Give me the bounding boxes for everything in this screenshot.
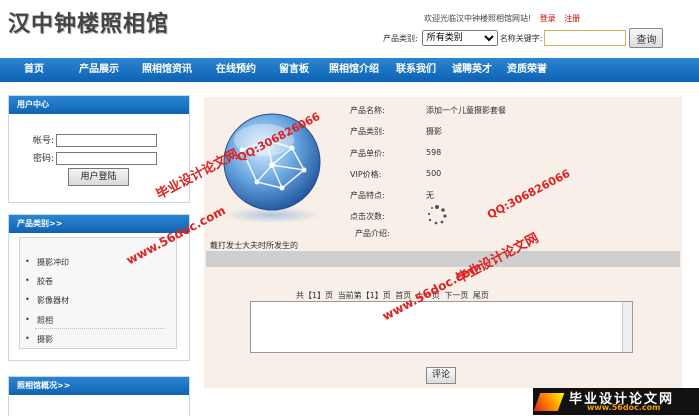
nav-honors[interactable]: 资质荣誉 — [500, 58, 554, 82]
category-item-film[interactable]: 胶卷 — [25, 276, 53, 287]
category-item-photo[interactable]: 照相 — [25, 315, 53, 326]
comment-header-bar — [206, 251, 680, 267]
click-count-label: 点击次数: — [350, 212, 385, 221]
search-button[interactable]: 查询 — [629, 28, 664, 48]
password-label: 密码: — [33, 154, 55, 164]
password-input[interactable] — [56, 152, 158, 165]
product-description: 戴打发士大夫时所发生的 — [210, 241, 298, 250]
site-logo-title: 汉中钟楼照相馆 — [8, 11, 170, 37]
search-bar: 产品类别: 所有类别 名称关键字: 查询 — [383, 28, 664, 48]
category-separator — [35, 328, 165, 329]
welcome-text: 欢迎光临汉中钟楼照相馆网站! — [424, 14, 532, 23]
keyword-label: 名称关键字: — [499, 33, 543, 43]
product-name-value: 添加一个儿童摄影套餐 — [426, 106, 506, 115]
watermark-strip-url: www.56doc.com — [587, 403, 661, 412]
nav-news[interactable]: 照相馆资讯 — [130, 58, 204, 82]
product-price-label: 产品单价: — [350, 149, 385, 158]
nav-products[interactable]: 产品展示 — [68, 58, 130, 82]
comment-pager: 共【1】页 当前第【1】页 首页 上一页 下一页 尾页 — [296, 291, 489, 300]
password-row: 密码: — [33, 151, 158, 165]
welcome-bar: 欢迎光临汉中钟楼照相馆网站! 登录 注册 — [424, 13, 580, 24]
brand-logo-icon — [533, 393, 565, 411]
category-title: 产品类别>> — [9, 215, 189, 233]
category-item-imaging-equipment[interactable]: 影像器材 — [25, 295, 69, 306]
watermark-strip: 毕业设计论文网 www.56doc.com — [533, 388, 699, 415]
product-feature-label: 产品特点: — [350, 191, 385, 200]
main-nav: 首页 产品展示 照相馆资讯 在线预约 留言板 照相馆介绍 联系我们 诚聘英才 资… — [0, 58, 699, 82]
user-center-title: 用户中心 — [9, 96, 189, 114]
nav-home[interactable]: 首页 — [0, 58, 68, 82]
comment-textarea[interactable] — [250, 301, 633, 353]
nav-about[interactable]: 照相馆介绍 — [320, 58, 388, 82]
studio-overview-panel: 照相馆概况>> — [8, 376, 190, 416]
product-category-value: 摄影 — [426, 127, 442, 136]
product-feature-value: 无 — [426, 191, 434, 200]
nav-guestbook[interactable]: 留言板 — [268, 58, 320, 82]
textarea-scrollbar[interactable] — [622, 302, 632, 352]
category-select[interactable]: 所有类别 — [421, 30, 498, 46]
loading-spinner-icon — [427, 205, 447, 225]
vip-price-value: 500 — [426, 169, 442, 178]
studio-overview-title: 照相馆概况>> — [9, 377, 189, 395]
nav-contact[interactable]: 联系我们 — [388, 58, 444, 82]
category-item-photo-printing[interactable]: 摄影冲印 — [25, 257, 69, 268]
register-link[interactable]: 注册 — [564, 14, 580, 23]
product-name-label: 产品名称: — [350, 106, 385, 115]
nav-jobs[interactable]: 诚聘英才 — [444, 58, 500, 82]
login-link[interactable]: 登录 — [540, 14, 556, 23]
product-price-value: 598 — [426, 148, 442, 157]
nav-booking[interactable]: 在线预约 — [204, 58, 268, 82]
category-item-photography[interactable]: 摄影 — [25, 334, 53, 345]
category-label: 产品类别: — [383, 33, 418, 43]
account-input[interactable] — [56, 134, 158, 147]
account-row: 帐号: — [33, 133, 158, 147]
product-category-label: 产品类别: — [350, 127, 385, 136]
vip-price-label: VIP价格: — [350, 170, 382, 179]
comment-button[interactable]: 评论 — [426, 367, 456, 384]
keyword-input[interactable] — [544, 30, 627, 46]
user-login-button[interactable]: 用户登陆 — [68, 168, 129, 186]
globe-icon — [223, 113, 321, 223]
product-intro-label: 产品介绍: — [355, 229, 390, 238]
account-label: 帐号: — [33, 136, 55, 146]
